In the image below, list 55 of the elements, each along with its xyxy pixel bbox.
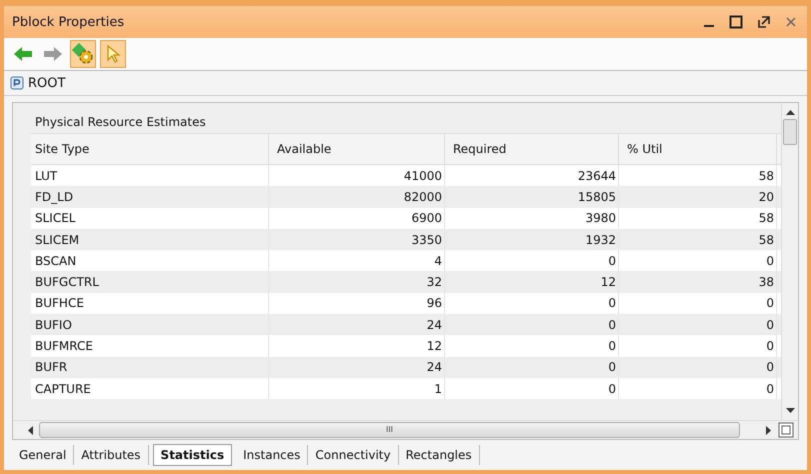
- table-cell: 0: [445, 356, 619, 378]
- pointer-icon: [105, 44, 121, 64]
- table-cell: 24: [269, 314, 445, 336]
- table-cell: 0: [619, 378, 777, 400]
- right-arrow-icon: [43, 46, 63, 62]
- section-title: Physical Resource Estimates: [34, 115, 207, 131]
- scroll-left-icon[interactable]: [27, 426, 33, 434]
- maximize-icon[interactable]: [729, 15, 743, 29]
- column-header[interactable]: Site Type: [31, 134, 269, 164]
- table-cell: 0: [619, 314, 777, 336]
- vertical-scrollbar[interactable]: [781, 103, 798, 420]
- horizontal-scrollbar[interactable]: III: [13, 420, 798, 439]
- window-title: Pblock Properties: [12, 14, 126, 30]
- tab[interactable]: Attributes: [74, 445, 149, 465]
- tab[interactable]: General: [12, 445, 74, 465]
- table-cell: 12: [445, 271, 619, 293]
- table-cell: 20: [619, 186, 777, 208]
- table-cell: 24: [269, 356, 445, 378]
- table-cell: 0: [445, 378, 619, 400]
- pblock-icon: [10, 76, 24, 90]
- column-header[interactable]: Available: [269, 134, 445, 164]
- table-cell: SLICEM: [31, 228, 269, 250]
- tab[interactable]: Instances: [236, 445, 308, 465]
- restore-icon[interactable]: [757, 15, 771, 29]
- table-cell: BUFR: [31, 356, 269, 378]
- table-cell: FD_LD: [31, 186, 269, 208]
- tab[interactable]: Rectangles: [398, 445, 480, 465]
- table-cell: 1: [269, 378, 445, 400]
- column-header[interactable]: % Util: [619, 134, 777, 164]
- gear-icon: [72, 43, 94, 65]
- scroll-thumb[interactable]: [783, 119, 797, 145]
- scroll-thumb[interactable]: III: [39, 422, 740, 438]
- gear-button[interactable]: [70, 40, 96, 68]
- table-cell: 32: [269, 271, 445, 293]
- left-arrow-icon: [13, 46, 33, 62]
- table-cell: 0: [445, 314, 619, 336]
- table-cell: BUFGCTRL: [31, 271, 269, 293]
- tab[interactable]: Connectivity: [308, 445, 399, 465]
- table-cell: BUFIO: [31, 314, 269, 336]
- column-header[interactable]: Required: [445, 134, 619, 164]
- table-cell: 38: [619, 271, 777, 293]
- table-cell: 0: [619, 356, 777, 378]
- scroll-down-icon[interactable]: [786, 408, 794, 414]
- table-cell: 82000: [269, 186, 445, 208]
- table-cell: 58: [619, 228, 777, 250]
- table-cell: CAPTURE: [31, 378, 269, 400]
- pointer-button[interactable]: [100, 40, 126, 68]
- scroll-right-icon[interactable]: [766, 426, 772, 434]
- table-cell: 1932: [445, 228, 619, 250]
- scroll-up-icon[interactable]: [786, 109, 794, 115]
- close-icon[interactable]: [785, 16, 797, 28]
- table-cell: 3350: [269, 228, 445, 250]
- breadcrumb-label[interactable]: ROOT: [28, 76, 66, 90]
- table-cell: 15805: [445, 186, 619, 208]
- tab[interactable]: Statistics: [152, 444, 232, 466]
